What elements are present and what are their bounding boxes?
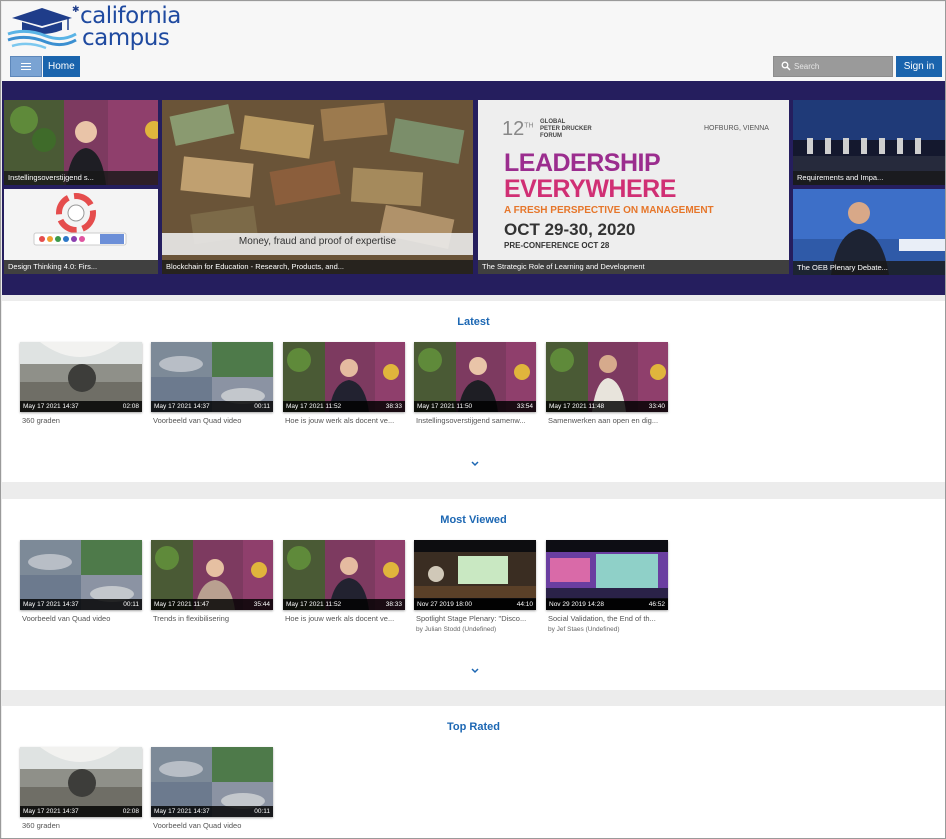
video-card[interactable]: May 17 2021 11:50 33:54 Instellingsoverst…	[414, 342, 536, 425]
brand-line2: campus	[82, 25, 170, 51]
video-meta: May 17 2021 11:48 33:40	[546, 401, 668, 412]
video-meta: May 17 2021 11:47 35:44	[151, 599, 273, 610]
featured-tile[interactable]: The OEB Plenary Debate...	[793, 189, 945, 275]
video-title[interactable]: 360 graden	[20, 821, 142, 830]
featured-tile-caption: Requirements and Impa...	[793, 171, 945, 185]
video-thumbnail: May 17 2021 14:37 00:11	[151, 342, 273, 412]
video-thumbnail: May 17 2021 11:52 38:33	[283, 342, 405, 412]
featured-carousel: Instellingsoverstijgend s... Design Thin…	[2, 81, 945, 295]
sign-in-button[interactable]: Sign in	[896, 56, 942, 77]
svg-text:✱: ✱	[72, 5, 80, 15]
video-title[interactable]: Spotlight Stage Plenary: "Disco...	[414, 614, 536, 623]
poster-number: 12TH	[502, 118, 534, 140]
video-thumbnail	[162, 100, 473, 274]
video-title[interactable]: Voorbeeld van Quad video	[151, 416, 273, 425]
video-meta: May 17 2021 11:50 33:54	[414, 401, 536, 412]
video-title[interactable]: Trends in flexibilisering	[151, 614, 273, 623]
video-title[interactable]: Hoe is jouw werk als docent ve...	[283, 416, 405, 425]
video-meta: May 17 2021 14:37 02:08	[20, 401, 142, 412]
video-card[interactable]: May 17 2021 11:48 33:40 Samenwerken aan o…	[546, 342, 668, 425]
brand-line1: california	[80, 3, 181, 29]
video-card[interactable]: May 17 2021 11:52 38:33 Hoe is jouw werk …	[283, 342, 405, 425]
search-box[interactable]	[773, 56, 893, 77]
featured-tile-caption: Blockchain for Education - Research, Pro…	[162, 260, 473, 274]
section-title: Latest	[457, 316, 490, 328]
video-thumbnail: May 17 2021 11:50 33:54	[414, 342, 536, 412]
poster-location: HOFBURG, VIENNA	[704, 125, 769, 132]
video-thumbnail: May 17 2021 14:37 00:11	[151, 747, 273, 817]
featured-tile-caption: Instellingsoverstijgend s...	[4, 171, 158, 185]
video-title[interactable]: Samenwerken aan open en dig...	[546, 416, 668, 425]
brand-wordmark: california campus	[80, 3, 181, 51]
video-title[interactable]: Voorbeeld van Quad video	[151, 821, 273, 830]
video-meta: May 17 2021 14:37 00:11	[20, 599, 142, 610]
video-thumbnail: May 17 2021 11:52 38:33	[283, 540, 405, 610]
event-poster: 12TH GLOBAL PETER DRUCKER FORUM HOFBURG,…	[478, 100, 789, 260]
poster-preconference: PRE-CONFERENCE OCT 28	[504, 241, 610, 250]
most-viewed-section: Most Viewed May 17 2021 14:37 00:11 Voorb…	[2, 499, 945, 690]
chevron-down-icon[interactable]	[470, 667, 480, 675]
video-card[interactable]: May 17 2021 14:37 02:08 360 graden	[20, 747, 142, 830]
video-meta: May 17 2021 11:52 38:33	[283, 401, 405, 412]
video-title[interactable]: Social Validation, the End of th...	[546, 614, 668, 623]
hamburger-icon	[21, 65, 31, 68]
featured-tile-caption: The Strategic Role of Learning and Devel…	[478, 260, 789, 274]
page-frame: ✱ california campus Home Sign in	[0, 0, 946, 839]
video-author: by Julian Stodd (Undefined)	[416, 626, 497, 633]
video-meta: Nov 27 2019 18:00 44:10	[414, 599, 536, 610]
video-meta: May 17 2021 14:37 00:11	[151, 806, 273, 817]
video-card[interactable]: May 17 2021 14:37 00:11 Voorbeeld van Qua…	[151, 342, 273, 425]
video-meta: Nov 29 2019 14:28 46:52	[546, 599, 668, 610]
poster-org: GLOBAL PETER DRUCKER FORUM	[540, 119, 592, 139]
chevron-down-icon[interactable]	[470, 460, 480, 468]
search-input[interactable]	[794, 59, 890, 74]
video-title[interactable]: Instellingsoverstijgend samenw...	[414, 416, 536, 425]
site-header: ✱ california campus Home Sign in	[2, 2, 945, 81]
video-author: by Jef Staes (Undefined)	[548, 626, 620, 633]
video-thumbnail: Nov 29 2019 14:28 46:52	[546, 540, 668, 610]
video-card[interactable]: Nov 29 2019 14:28 46:52 Social Validation…	[546, 540, 668, 633]
section-title: Top Rated	[447, 721, 500, 733]
video-thumbnail: May 17 2021 11:47 35:44	[151, 540, 273, 610]
featured-tile[interactable]: Money, fraud and proof of expertise Bloc…	[162, 100, 473, 274]
video-card[interactable]: May 17 2021 14:37 02:08 360 graden	[20, 342, 142, 425]
hamburger-menu-button[interactable]	[10, 56, 42, 77]
featured-tile-overlay-text: Money, fraud and proof of expertise	[238, 236, 397, 247]
featured-tile[interactable]: 12TH GLOBAL PETER DRUCKER FORUM HOFBURG,…	[478, 100, 789, 274]
video-thumbnail: May 17 2021 14:37 00:11	[20, 540, 142, 610]
video-thumbnail: May 17 2021 14:37 02:08	[20, 342, 142, 412]
video-card[interactable]: May 17 2021 14:37 00:11 Voorbeeld van Qua…	[20, 540, 142, 623]
graduation-cap-icon: ✱	[7, 5, 80, 50]
site-logo[interactable]: ✱ california campus	[6, 4, 181, 52]
video-card[interactable]: May 17 2021 14:37 00:11 Voorbeeld van Qua…	[151, 747, 273, 830]
video-card[interactable]: May 17 2021 11:52 38:33 Hoe is jouw werk …	[283, 540, 405, 623]
video-thumbnail: May 17 2021 11:48 33:40	[546, 342, 668, 412]
video-meta: May 17 2021 14:37 00:11	[151, 401, 273, 412]
section-title: Most Viewed	[440, 514, 507, 526]
video-thumbnail: May 17 2021 14:37 02:08	[20, 747, 142, 817]
video-card[interactable]: Nov 27 2019 18:00 44:10 Spotlight Stage P…	[414, 540, 536, 633]
featured-tile[interactable]: Instellingsoverstijgend s...	[4, 100, 158, 185]
video-meta: May 17 2021 14:37 02:08	[20, 806, 142, 817]
featured-tile[interactable]: Design Thinking 4.0: Firs...	[4, 189, 158, 274]
top-rated-section: Top Rated May 17 2021 14:37 02:08 360 gra…	[2, 706, 945, 838]
video-title[interactable]: Voorbeeld van Quad video	[20, 614, 142, 623]
video-title[interactable]: Hoe is jouw werk als docent ve...	[283, 614, 405, 623]
video-thumbnail: Nov 27 2019 18:00 44:10	[414, 540, 536, 610]
video-card[interactable]: May 17 2021 11:47 35:44 Trends in flexibi…	[151, 540, 273, 623]
poster-subhead: A FRESH PERSPECTIVE ON MANAGEMENT	[504, 205, 714, 216]
poster-dates: OCT 29-30, 2020	[504, 220, 636, 239]
home-button[interactable]: Home	[43, 56, 80, 77]
search-icon	[781, 61, 791, 71]
poster-headline: LEADERSHIP EVERYWHERE	[504, 149, 676, 203]
latest-section: Latest May 17 2021 14:37 02:08 360 graden…	[2, 301, 945, 482]
video-title[interactable]: 360 graden	[20, 416, 142, 425]
featured-tile-caption: The OEB Plenary Debate...	[793, 261, 945, 275]
featured-tile-caption: Design Thinking 4.0: Firs...	[4, 260, 158, 274]
featured-tile[interactable]: Requirements and Impa...	[793, 100, 945, 185]
video-meta: May 17 2021 11:52 38:33	[283, 599, 405, 610]
